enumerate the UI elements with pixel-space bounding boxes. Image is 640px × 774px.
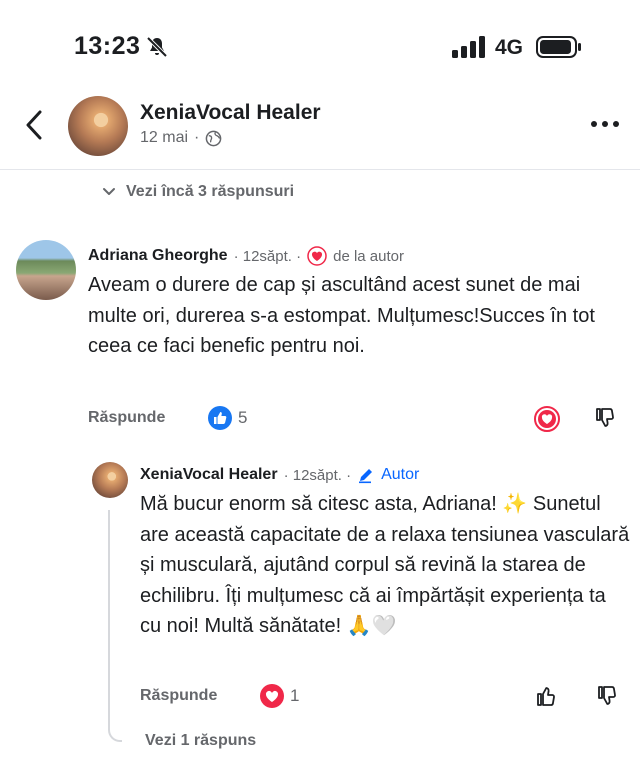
thumbs-up-icon[interactable] [534, 684, 558, 708]
status-bar: 13:23 4G [0, 0, 640, 92]
reply-time: · 12săpt. · [283, 466, 352, 484]
post-meta: 12 mai · [140, 129, 222, 147]
avatar[interactable] [68, 96, 128, 156]
like-reaction-icon [208, 406, 232, 430]
reply-button[interactable]: Răspunde [140, 687, 217, 705]
thumbs-down-icon[interactable] [593, 406, 617, 430]
author-badge: Autor [381, 466, 420, 483]
avatar[interactable] [16, 240, 76, 300]
comment-header: Adriana Gheorghe · 12săpt. · de la autor [88, 246, 404, 266]
view-more-label: Vezi încă 3 răspunsuri [126, 183, 295, 200]
post-date: 12 mai [140, 129, 189, 146]
love-reaction-button-icon[interactable] [534, 406, 560, 432]
back-arrow-icon[interactable] [22, 108, 46, 142]
reply-header: XeniaVocal Healer · 12săpt. · Autor [140, 466, 419, 484]
like-count: 5 [238, 408, 248, 427]
comment-actions: Răspunde 5 [88, 404, 628, 434]
like-reaction-count[interactable]: 5 [208, 406, 247, 430]
view-more-replies-link[interactable]: Vezi încă 3 răspunsuri [102, 183, 294, 201]
avatar[interactable] [92, 462, 128, 498]
comment-text: Aveam o durere de cap și ascultând acest… [88, 274, 595, 357]
love-count: 1 [290, 686, 300, 705]
love-reaction-count[interactable]: 1 [260, 684, 299, 708]
thread-connector-line [108, 510, 122, 742]
reply-button[interactable]: Răspunde [88, 409, 165, 427]
more-options-icon[interactable] [588, 114, 622, 134]
chevron-down-icon [103, 188, 115, 195]
reply-actions: Răspunde 1 [140, 682, 630, 712]
thumbs-down-icon[interactable] [595, 684, 619, 708]
bell-off-icon [146, 36, 168, 58]
network-label: 4G [495, 36, 524, 59]
globe-icon [206, 130, 222, 146]
pencil-icon [359, 469, 373, 484]
love-reaction-icon [260, 684, 284, 708]
reply-text: Mă bucur enorm să citesc asta, Adriana! … [140, 493, 630, 637]
post-header: XeniaVocal Healer 12 mai · [0, 92, 640, 170]
status-time: 13:23 [74, 32, 141, 60]
comment-author[interactable]: Adriana Gheorghe [88, 247, 228, 265]
battery-icon [536, 36, 581, 58]
signal-icon [452, 36, 485, 58]
comment-time: · 12săpt. · [233, 247, 302, 265]
meta-separator: · [194, 129, 200, 146]
heart-badge-icon [307, 246, 327, 266]
author-heart-note: de la autor [333, 247, 404, 265]
reply-author[interactable]: XeniaVocal Healer [140, 466, 278, 484]
view-replies-link[interactable]: Vezi 1 răspuns [145, 732, 256, 750]
page-title[interactable]: XeniaVocal Healer [140, 101, 321, 125]
